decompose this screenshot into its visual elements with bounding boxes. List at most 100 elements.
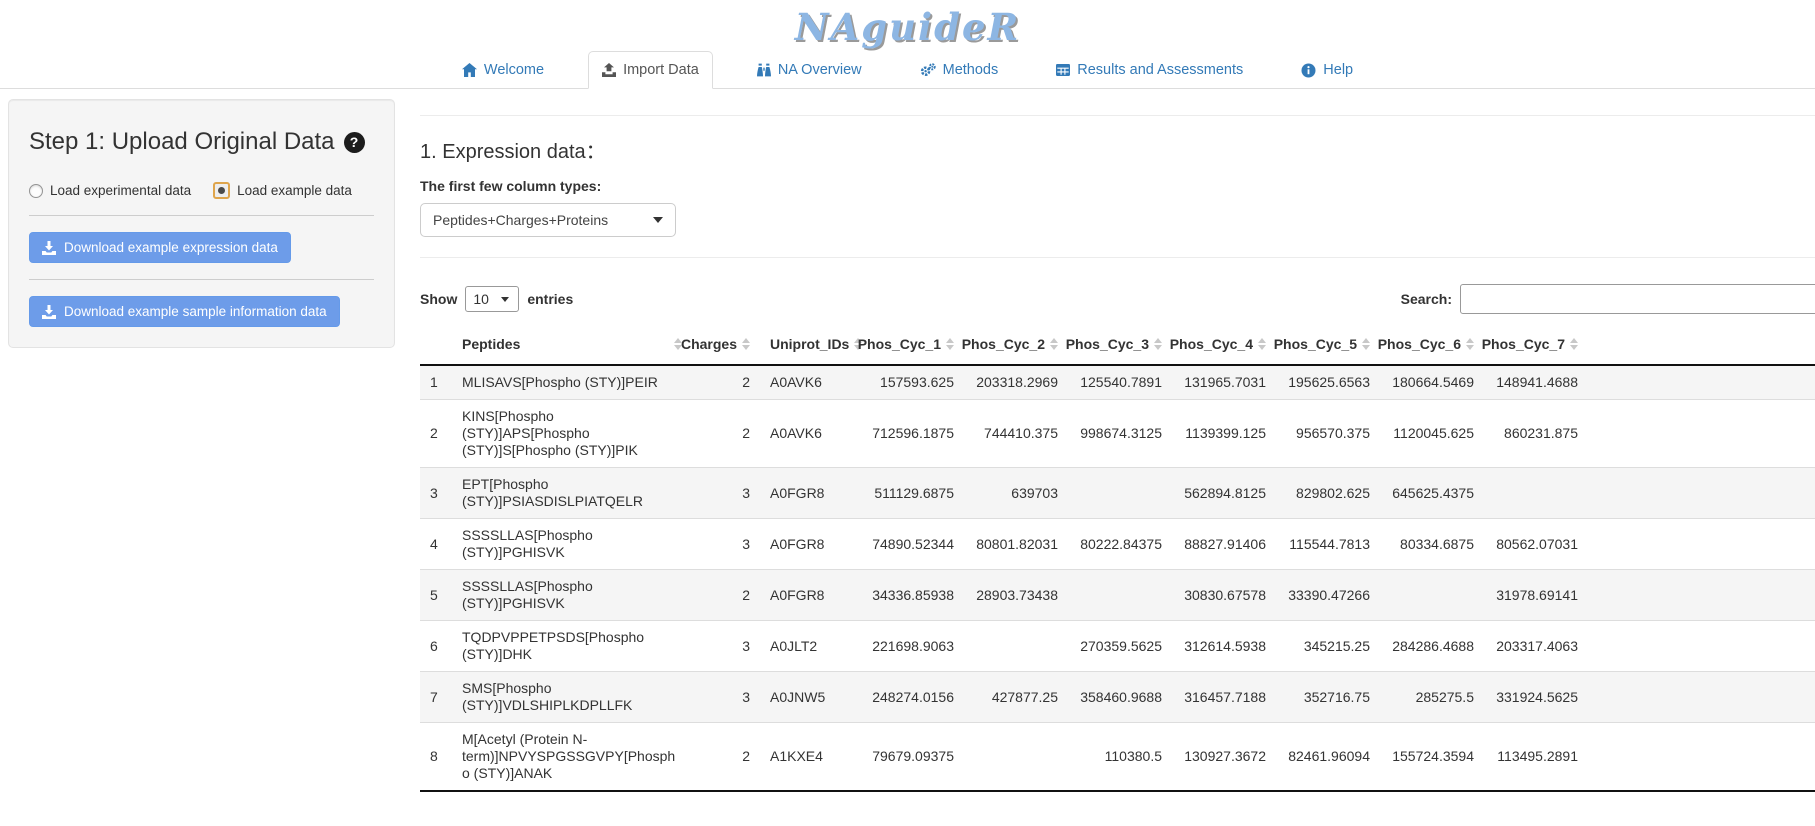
tab-methods[interactable]: Methods [906,51,1013,89]
download-sample-info-button[interactable]: Download example sample information data [29,296,340,327]
value-cell: 203318.2969 [964,365,1068,400]
value-cell: 1120045.625 [1380,400,1484,468]
tab-label: Results and Assessments [1077,62,1243,78]
row-index-cell: 1 [420,365,452,400]
value-cell: 284286.4688 [1380,621,1484,672]
value-cell: 113495.2891 [1484,723,1588,792]
radio-label: Load experimental data [50,183,191,198]
value-cell: 155724.3594 [1380,723,1484,792]
download-expression-data-button[interactable]: Download example expression data [29,232,291,263]
column-header-phos-cyc-6[interactable]: Phos_Cyc_6 [1380,324,1484,365]
value-cell: 998674.3125 [1068,400,1172,468]
row-index-cell: 7 [420,672,452,723]
uniprot-id-cell: A0FGR8 [760,570,860,621]
table-icon [1056,63,1070,77]
column-header-uniprot-ids[interactable]: Uniprot_IDs [760,324,860,365]
column-header-phos-cyc-5[interactable]: Phos_Cyc_5 [1276,324,1380,365]
import-data-panel: 1. Expression data： The first few column… [395,99,1815,792]
column-header-phos-cyc-7[interactable]: Phos_Cyc_7 [1484,324,1588,365]
column-header-label: Phos_Cyc_4 [1170,336,1253,352]
filler-cell [1588,621,1815,672]
value-cell: 157593.625 [860,365,964,400]
table-row: 5SSSSLLAS[Phospho (STY)]PGHISVK2A0FGR834… [420,570,1815,621]
column-header-label: Peptides [462,336,520,352]
value-cell [1484,468,1588,519]
radio-unselected-icon [29,184,43,198]
sort-arrows-icon [1570,338,1578,350]
download-icon [42,305,56,319]
column-header-label: Phos_Cyc_6 [1378,336,1461,352]
value-cell: 956570.375 [1276,400,1380,468]
search-input[interactable] [1460,284,1815,314]
column-header-phos-cyc-4[interactable]: Phos_Cyc_4 [1172,324,1276,365]
table-row: 1MLISAVS[Phospho (STY)]PEIR2A0AVK6157593… [420,365,1815,400]
app-header: NAguideR WelcomeImport DataNA OverviewMe… [0,0,1815,89]
sort-arrows-icon [742,338,750,350]
uniprot-id-cell: A0FGR8 [760,468,860,519]
tab-import-data[interactable]: Import Data [588,51,713,89]
table-row: 6TQDPVPPETPSDS[Phospho (STY)]DHK3A0JLT22… [420,621,1815,672]
filler-cell [1588,723,1815,792]
value-cell: 31978.69141 [1484,570,1588,621]
expression-data-table: PeptidesChargesUniprot_IDsPhos_Cyc_1Phos… [420,324,1815,792]
tab-welcome[interactable]: Welcome [448,51,558,89]
tab-label: Welcome [484,62,544,78]
value-cell: 82461.96094 [1276,723,1380,792]
panel-title-text: Step 1: Upload Original Data [29,128,335,156]
peptide-cell: M[Acetyl (Protein N-term)]NPVYSPGSSGVPY[… [452,723,692,792]
radio-load-example-data[interactable]: Load example data [213,182,352,199]
table-row: 8M[Acetyl (Protein N-term)]NPVYSPGSSGVPY… [420,723,1815,792]
value-cell [964,723,1068,792]
chevron-down-icon [653,217,663,223]
filler-cell [1588,400,1815,468]
binoculars-icon [757,63,771,77]
tab-label: Import Data [623,62,699,78]
column-header-charges[interactable]: Charges [692,324,760,365]
radio-load-experimental-data[interactable]: Load experimental data [29,182,191,199]
table-row: 3EPT[Phospho (STY)]PSIASDISLPIATQELR3A0F… [420,468,1815,519]
upload-panel: Step 1: Upload Original Data ? Load expe… [8,99,395,348]
button-label: Download example expression data [64,240,278,255]
tab-help[interactable]: Help [1287,51,1367,89]
value-cell [964,621,1068,672]
divider [29,215,374,216]
panel-title: Step 1: Upload Original Data ? [29,128,374,156]
tab-results-and-assessments[interactable]: Results and Assessments [1042,51,1257,89]
value-cell: 88827.91406 [1172,519,1276,570]
column-header-label: Phos_Cyc_1 [858,336,941,352]
table-header-row: PeptidesChargesUniprot_IDsPhos_Cyc_1Phos… [420,324,1815,365]
question-circle-icon[interactable]: ? [344,132,365,153]
column-header-label: Charges [681,336,737,352]
entries-select[interactable]: 10 [465,286,519,312]
charge-cell: 2 [692,400,760,468]
filler-header [1588,324,1815,365]
value-cell: 358460.9688 [1068,672,1172,723]
sort-arrows-icon [1050,338,1058,350]
tab-na-overview[interactable]: NA Overview [743,51,876,89]
column-header-peptides[interactable]: Peptides [452,324,692,365]
value-cell: 79679.09375 [860,723,964,792]
radio-label: Load example data [237,183,352,198]
tab-label: Help [1323,62,1353,78]
filler-cell [1588,570,1815,621]
download-icon [42,241,56,255]
value-cell: 30830.67578 [1172,570,1276,621]
column-types-select[interactable]: Peptides+Charges+Proteins [420,203,676,237]
sort-arrows-icon [1362,338,1370,350]
sort-arrows-icon [1154,338,1162,350]
value-cell: 345215.25 [1276,621,1380,672]
filler-cell [1588,468,1815,519]
column-header-phos-cyc-1[interactable]: Phos_Cyc_1 [860,324,964,365]
value-cell: 316457.7188 [1172,672,1276,723]
sort-arrows-icon [1258,338,1266,350]
value-cell: 221698.9063 [860,621,964,672]
column-header-phos-cyc-2[interactable]: Phos_Cyc_2 [964,324,1068,365]
value-cell: 80222.84375 [1068,519,1172,570]
row-index-cell: 3 [420,468,452,519]
value-cell: 285275.5 [1380,672,1484,723]
column-header-phos-cyc-3[interactable]: Phos_Cyc_3 [1068,324,1172,365]
filler-cell [1588,672,1815,723]
main-nav: Welcome Import Data NA Overview Methods Resu… [0,51,1815,89]
uniprot-id-cell: A0FGR8 [760,519,860,570]
value-cell [1068,468,1172,519]
